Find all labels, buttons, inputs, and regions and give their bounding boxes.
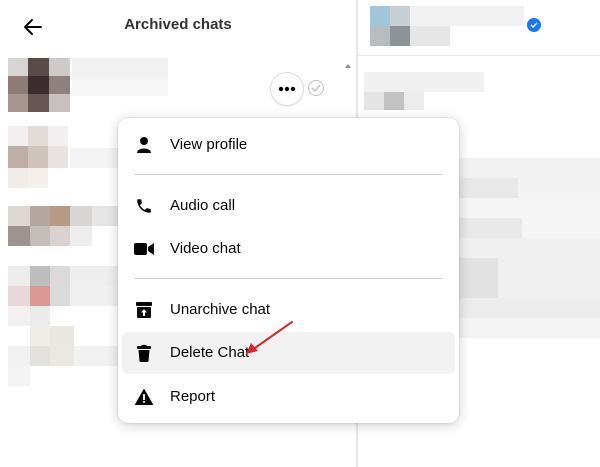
menu-divider (134, 278, 443, 279)
contact-name (410, 6, 524, 26)
menu-divider (134, 174, 443, 175)
menu-item-audio-call[interactable]: Audio call (122, 185, 455, 227)
menu-item-label: View profile (170, 136, 248, 153)
avatar[interactable] (8, 326, 118, 386)
menu-item-label: Audio call (170, 197, 236, 214)
avatar[interactable] (8, 206, 118, 246)
message-bubble (458, 318, 600, 338)
menu-item-label: Video chat (170, 240, 241, 257)
video-camera-icon (134, 239, 154, 259)
menu-item-label: Delete Chat (170, 344, 250, 361)
menu-item-view-profile[interactable]: View profile (122, 124, 455, 166)
menu-item-label: Report (170, 388, 216, 405)
message-bubble (458, 298, 600, 318)
message-preview (384, 92, 404, 110)
unarchive-icon (134, 300, 154, 320)
phone-icon (134, 196, 154, 216)
list-item (72, 58, 168, 78)
header-divider (358, 55, 600, 56)
message-preview (364, 92, 384, 110)
verified-badge-icon (527, 18, 541, 32)
list-item (72, 78, 168, 96)
person-icon (134, 135, 154, 155)
scroll-up-arrow[interactable] (342, 58, 354, 68)
chat-options-menu: View profile Audio call Video chat Unarc… (118, 118, 459, 423)
menu-item-video-chat[interactable]: Video chat (122, 228, 455, 270)
more-options-button[interactable] (271, 73, 303, 105)
message-preview (364, 72, 484, 92)
message-bubble (458, 218, 522, 238)
avatar[interactable] (8, 266, 118, 326)
message-preview (404, 92, 424, 110)
caret-up-icon (345, 64, 351, 68)
menu-item-unarchive-chat[interactable]: Unarchive chat (122, 289, 455, 331)
menu-item-label: Unarchive chat (170, 301, 271, 318)
avatar[interactable] (8, 58, 70, 112)
page-title: Archived chats (124, 16, 232, 33)
warning-icon (134, 387, 154, 407)
menu-item-delete-chat[interactable]: Delete Chat (122, 332, 455, 374)
contact-status (410, 26, 450, 46)
trash-icon (134, 343, 154, 363)
check-icon (311, 84, 321, 92)
message-bubble (458, 258, 498, 298)
check-icon (530, 22, 538, 28)
more-horizontal-icon (278, 86, 296, 92)
read-receipt-icon (308, 80, 324, 96)
menu-item-report[interactable]: Report (122, 376, 455, 418)
avatar[interactable] (370, 6, 410, 46)
avatar[interactable] (8, 126, 68, 188)
message-bubble (458, 178, 518, 198)
